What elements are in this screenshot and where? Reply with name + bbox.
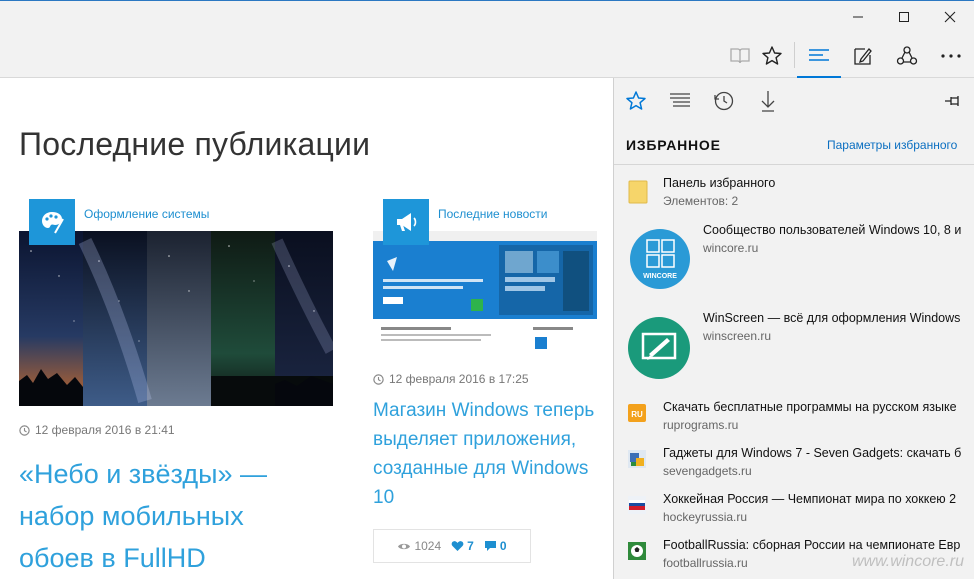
likes-value: 7 [467,539,474,553]
heart-icon [451,541,464,551]
stars-wallpaper-image [19,231,333,406]
star-icon [626,91,646,110]
more-button[interactable] [929,33,973,78]
hub-button[interactable] [797,33,841,78]
favorite-item[interactable]: Хоккейная Россия — Чемпионат мира по хок… [614,492,974,532]
category-tile-news[interactable] [383,199,429,245]
minimize-icon [853,16,863,18]
tab-downloads[interactable] [746,78,790,124]
favorite-subtitle: sevengadgets.ru [663,464,752,478]
winscreen-logo-icon [628,317,690,379]
reading-view-icon [730,47,750,63]
favorite-subtitle: winscreen.ru [703,329,772,343]
hub-icon [809,48,829,61]
more-icon [941,53,961,58]
hub-panel: ИЗБРАННОЕ Параметры избранного Панель из… [613,78,974,579]
wincore-tile-label: WINCORE [643,273,677,280]
hub-heading: ИЗБРАННОЕ [626,137,721,153]
palette-icon [42,212,64,234]
megaphone-icon [397,213,417,231]
favorite-item[interactable]: RU Скачать бесплатные программы на русск… [614,400,974,440]
favorite-title: WinScreen — всё для оформления Windows [703,311,961,325]
post-date-text: 12 февраля 2016 в 17:25 [389,372,529,386]
eye-icon [398,543,411,549]
favorite-item[interactable]: WINCORE Сообщество пользователей Windows… [614,223,974,303]
favorite-title: Панель избранного [663,176,776,190]
card-image-stars[interactable] [19,231,333,406]
folder-icon [628,180,648,204]
close-icon [944,11,956,23]
hockeyrussia-favicon [628,496,646,514]
favorite-subtitle: ruprograms.ru [663,418,739,432]
clock-icon [19,424,30,436]
category-link[interactable]: Оформление системы [84,207,209,221]
post-date: 12 февраля 2016 в 17:25 [373,372,529,386]
wincore-logo-icon: WINCORE [630,229,690,289]
footballrussia-favicon [628,542,646,560]
pin-icon [945,96,959,106]
favorite-subtitle: Элементов: 2 [663,194,739,208]
post-headline[interactable]: Магазин Windows теперь выделяет приложен… [373,396,608,512]
category-link[interactable]: Последние новости [438,207,547,221]
maximize-icon [899,12,909,22]
post-stats: 1024 7 0 [373,529,531,563]
comments-value: 0 [499,539,507,553]
favorites-settings-link[interactable]: Параметры избранного [827,138,957,152]
web-note-button[interactable] [841,33,885,78]
minimize-button[interactable] [835,1,881,33]
share-icon [896,45,918,65]
views-value: 1024 [414,539,442,553]
comment-icon [484,541,496,551]
comments-count[interactable]: 0 [484,539,507,553]
likes-count[interactable]: 7 [451,539,474,553]
favorite-title: Сообщество пользователей Windows 10, 8 и [703,223,962,237]
sevengadgets-favicon [628,450,646,468]
favorite-title: FootballRussia: сборная России на чемпио… [663,538,961,552]
page-title: Последние публикации [19,126,371,162]
favorite-item[interactable]: WinScreen — всё для оформления Windows w… [614,311,974,391]
history-icon [714,91,734,111]
tab-favorites[interactable] [614,78,658,124]
watermark: www.wincore.ru [851,553,964,570]
store-screenshot-image [373,231,597,355]
ruprograms-favicon: RU [628,404,646,422]
favorite-subtitle: wincore.ru [703,241,759,255]
favorite-item[interactable]: Панель избранного Элементов: 2 [614,170,974,210]
category-tile-design[interactable] [29,199,75,245]
favorite-title: Хоккейная Россия — Чемпионат мира по хок… [663,492,957,506]
divider [614,164,974,165]
favorite-title: Гаджеты для Windows 7 - Seven Gadgets: с… [663,446,962,460]
favorite-subtitle: footballrussia.ru [663,556,748,570]
star-icon [762,45,782,65]
toolbar [0,33,974,78]
post-date: 12 февраля 2016 в 21:41 [19,423,175,437]
reading-list-icon [670,93,690,107]
post-date-text: 12 февраля 2016 в 21:41 [35,423,175,437]
close-button[interactable] [927,1,973,33]
card-image-store[interactable] [373,231,597,355]
post-headline[interactable]: «Небо и звёзды» — набор мобильных обоев … [19,453,309,579]
clock-icon [373,373,384,385]
pin-button[interactable] [931,78,974,124]
favorite-button[interactable] [750,33,794,78]
favorite-subtitle: hockeyrussia.ru [663,510,748,524]
title-bar [0,0,974,33]
toolbar-separator [794,42,795,68]
favorite-title: Скачать бесплатные программы на русском … [663,400,957,414]
favorite-item[interactable]: Гаджеты для Windows 7 - Seven Gadgets: с… [614,446,974,486]
browser-window: { "window": {"title": ""}, "toolbar": { … [0,0,974,579]
views-count: 1024 [397,539,441,553]
web-note-icon [854,47,872,65]
maximize-button[interactable] [881,1,927,33]
download-icon [761,91,775,112]
share-button[interactable] [885,33,929,78]
svg-text:RU: RU [631,410,643,419]
web-page: Последние публикации Оформление системы … [0,78,613,579]
tab-history[interactable] [702,78,746,124]
tab-reading-list[interactable] [658,78,702,124]
